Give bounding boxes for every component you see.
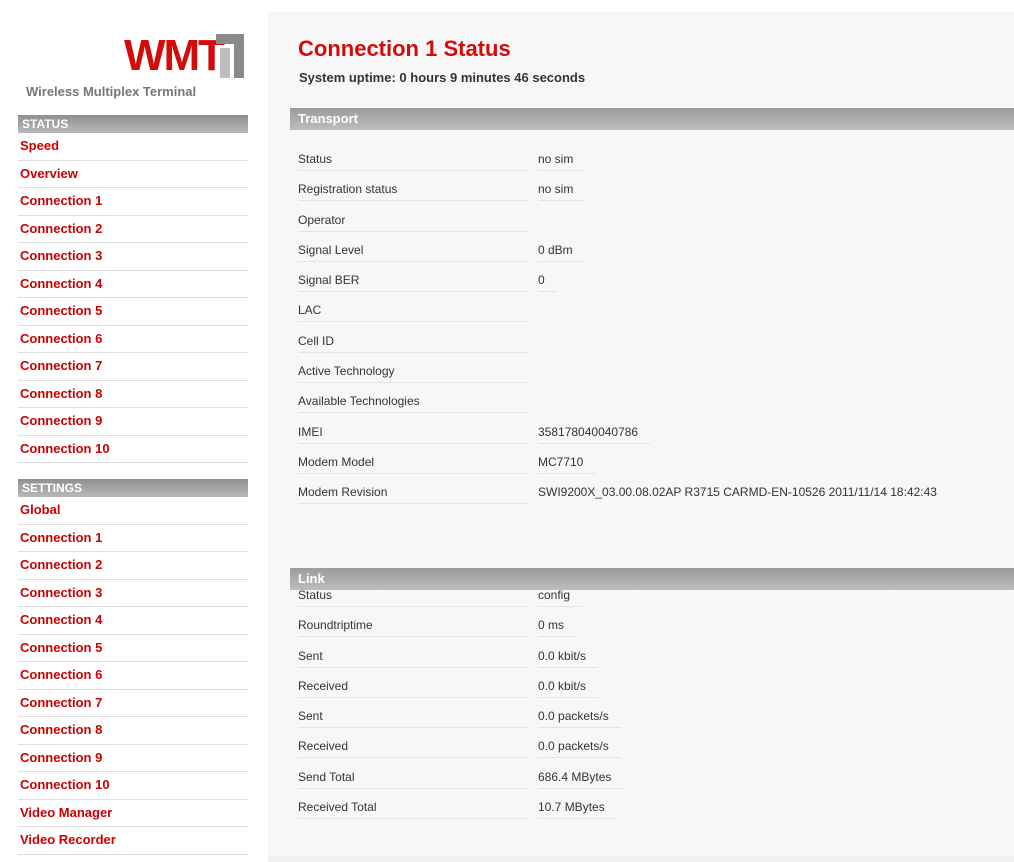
nav-status-connection-1[interactable]: Connection 1 <box>18 188 248 216</box>
nav-settings-connection-7[interactable]: Connection 7 <box>18 690 248 717</box>
nav-settings-connection-9[interactable]: Connection 9 <box>18 745 248 772</box>
row-label: Send Total <box>298 770 528 789</box>
row-value: MC7710 <box>538 455 596 474</box>
nav-status-connection-7[interactable]: Connection 7 <box>18 353 248 381</box>
row-label: Active Technology <box>298 364 528 384</box>
row-value: 0 ms <box>538 618 577 638</box>
logo-mark: WMT <box>124 31 244 80</box>
status-nav: Speed Overview Connection 1 Connection 2… <box>18 133 248 463</box>
row-value: 0.0 packets/s <box>538 709 621 729</box>
row-value: 0.0 packets/s <box>538 739 621 759</box>
table-row: Cell ID <box>290 328 1014 358</box>
system-uptime: System uptime: 0 hours 9 minutes 46 seco… <box>299 70 586 85</box>
table-row: Sent 0.0 kbit/s <box>290 643 1014 673</box>
row-label: Signal Level <box>298 243 528 262</box>
nav-settings-video-recorder[interactable]: Video Recorder <box>18 827 248 855</box>
logo[interactable]: WMT Wireless Multiplex Terminal <box>18 12 248 112</box>
nav-settings-connection-5[interactable]: Connection 5 <box>18 635 248 662</box>
nav-settings-video-manager[interactable]: Video Manager <box>18 800 248 827</box>
row-label: Available Technologies <box>298 394 528 414</box>
row-value: 10.7 MBytes <box>538 800 617 820</box>
table-row: Modem Model MC7710 <box>290 449 1014 479</box>
table-row: Modem Revision SWI9200X_03.00.08.02AP R3… <box>290 479 1014 509</box>
nav-status-connection-4[interactable]: Connection 4 <box>18 271 248 298</box>
nav-status-connection-6[interactable]: Connection 6 <box>18 326 248 353</box>
nav-settings-connection-6[interactable]: Connection 6 <box>18 662 248 690</box>
nav-settings-connection-4[interactable]: Connection 4 <box>18 607 248 635</box>
table-row: Received Total 10.7 MBytes <box>290 794 1014 824</box>
nav-status-speed[interactable]: Speed <box>18 133 248 161</box>
sidebar: WMT Wireless Multiplex Terminal STATUS S… <box>18 12 248 862</box>
table-row: Operator <box>290 207 1014 237</box>
row-value: 358178040040786 <box>538 425 651 444</box>
table-row: Signal BER 0 <box>290 267 1014 297</box>
table-row: Status config <box>290 582 1014 612</box>
nav-status-connection-9[interactable]: Connection 9 <box>18 408 248 436</box>
row-label: Sent <box>298 649 528 668</box>
table-row: Available Technologies <box>290 388 1014 418</box>
row-label: Status <box>298 588 528 607</box>
settings-section-header: SETTINGS <box>18 479 248 497</box>
row-value: 0 dBm <box>538 243 585 262</box>
row-label: IMEI <box>298 425 528 444</box>
table-row: Sent 0.0 packets/s <box>290 703 1014 733</box>
table-row: Roundtriptime 0 ms <box>290 612 1014 642</box>
row-value: no sim <box>538 152 586 171</box>
row-label: Modem Revision <box>298 485 528 505</box>
row-label: Cell ID <box>298 334 528 353</box>
nav-settings-connection-3[interactable]: Connection 3 <box>18 580 248 607</box>
nav-status-overview[interactable]: Overview <box>18 161 248 188</box>
row-value: 0.0 kbit/s <box>538 679 599 698</box>
nav-status-connection-3[interactable]: Connection 3 <box>18 243 248 271</box>
transport-section-header: Transport <box>290 108 1014 130</box>
nav-settings-connection-10[interactable]: Connection 10 <box>18 772 248 800</box>
row-label: Signal BER <box>298 273 528 293</box>
logo-wordmark: WMT <box>124 31 225 80</box>
settings-nav: Global Connection 1 Connection 2 Connect… <box>18 497 248 855</box>
row-value: 0.0 kbit/s <box>538 649 599 668</box>
nav-settings-connection-8[interactable]: Connection 8 <box>18 717 248 745</box>
table-row: IMEI 358178040040786 <box>290 419 1014 449</box>
logo-subtitle: Wireless Multiplex Terminal <box>26 84 197 99</box>
row-label: Modem Model <box>298 455 528 474</box>
row-label: Received <box>298 679 528 698</box>
row-value: 686.4 MBytes <box>538 770 624 789</box>
row-label: Sent <box>298 709 528 729</box>
page-title: Connection 1 Status <box>298 36 511 61</box>
main-content: Connection 1 Status System uptime: 0 hou… <box>268 12 1014 862</box>
table-row: Signal Level 0 dBm <box>290 237 1014 267</box>
nav-status-connection-10[interactable]: Connection 10 <box>18 436 248 463</box>
table-row: Send Total 686.4 MBytes <box>290 764 1014 794</box>
table-row: Registration status no sim <box>290 176 1014 206</box>
table-row: Status no sim <box>290 146 1014 176</box>
row-label: Received Total <box>298 800 528 820</box>
footer-bar <box>268 856 1014 862</box>
nav-settings-global[interactable]: Global <box>18 497 248 525</box>
row-label: Roundtriptime <box>298 618 528 638</box>
row-label: Status <box>298 152 528 171</box>
table-row: Received 0.0 kbit/s <box>290 673 1014 703</box>
table-row: LAC <box>290 297 1014 327</box>
nav-settings-connection-2[interactable]: Connection 2 <box>18 552 248 580</box>
row-value: 0 <box>538 273 557 293</box>
row-label: Registration status <box>298 182 528 202</box>
nav-status-connection-5[interactable]: Connection 5 <box>18 298 248 326</box>
nav-status-connection-2[interactable]: Connection 2 <box>18 216 248 243</box>
status-section-header: STATUS <box>18 115 248 133</box>
row-value: no sim <box>538 182 586 202</box>
logo-bracket-icon <box>216 34 244 78</box>
table-row: Received 0.0 packets/s <box>290 733 1014 763</box>
nav-settings-connection-1[interactable]: Connection 1 <box>18 525 248 552</box>
row-label: LAC <box>298 303 528 323</box>
row-value: config <box>538 588 583 607</box>
row-value: SWI9200X_03.00.08.02AP R3715 CARMD-EN-10… <box>538 485 937 500</box>
link-table: Status config Roundtriptime 0 ms Sent 0.… <box>290 582 1014 824</box>
row-label: Received <box>298 739 528 759</box>
row-label: Operator <box>298 213 528 232</box>
table-row: Active Technology <box>290 358 1014 388</box>
nav-status-connection-8[interactable]: Connection 8 <box>18 381 248 408</box>
transport-table: Status no sim Registration status no sim… <box>290 146 1014 510</box>
